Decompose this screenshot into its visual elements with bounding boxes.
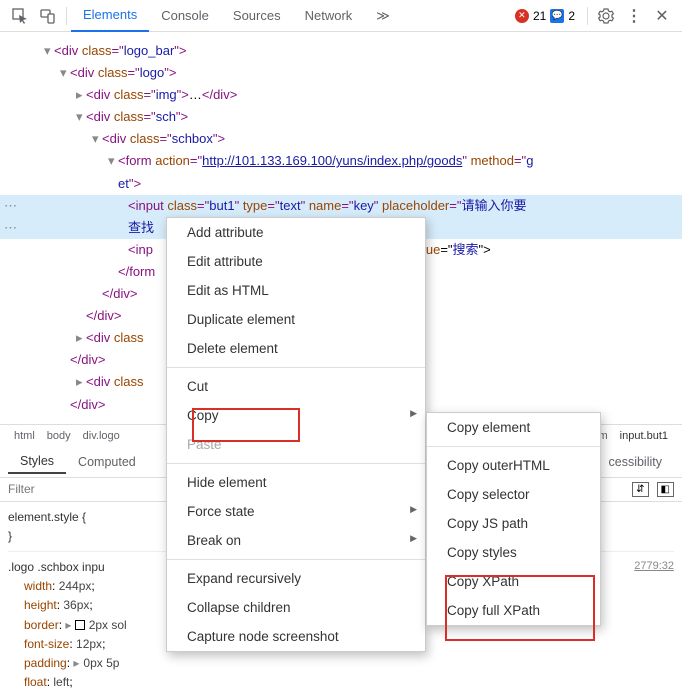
separator [167, 559, 425, 560]
ctx-force-state[interactable]: Force state [167, 497, 425, 526]
message-icon: 💬 [550, 9, 564, 23]
ctx-copy-outerhtml[interactable]: Copy outerHTML [427, 451, 600, 480]
css-source-link[interactable]: 2779:32 [634, 558, 674, 576]
tab-network[interactable]: Network [293, 0, 365, 32]
close-icon[interactable]: ✕ [648, 3, 676, 29]
ctx-edit-html[interactable]: Edit as HTML [167, 276, 425, 305]
tab-styles[interactable]: Styles [8, 454, 66, 474]
tab-sources[interactable]: Sources [221, 0, 293, 32]
ctx-copy-selector[interactable]: Copy selector [427, 480, 600, 509]
crumb-html[interactable]: html [8, 430, 41, 442]
message-badge[interactable]: 💬2 [550, 9, 575, 23]
device-toggle-icon[interactable] [34, 3, 62, 29]
ctx-expand[interactable]: Expand recursively [167, 564, 425, 593]
selected-node[interactable]: <input class="but1" type="text" name="ke… [0, 195, 682, 217]
context-submenu-copy: Copy element Copy outerHTML Copy selecto… [426, 412, 601, 626]
ctx-break-on[interactable]: Break on [167, 526, 425, 555]
ctx-cut[interactable]: Cut [167, 372, 425, 401]
separator [167, 367, 425, 368]
crumb-input[interactable]: input.but1 [614, 430, 674, 442]
ctx-paste: Paste [167, 430, 425, 459]
ctx-copy[interactable]: Copy [167, 401, 425, 430]
toggle-element-state-icon[interactable]: ⇵ [632, 482, 648, 497]
ctx-copy-jspath[interactable]: Copy JS path [427, 509, 600, 538]
crumb-divlogo[interactable]: div.logo [77, 430, 126, 442]
ctx-copy-styles[interactable]: Copy styles [427, 538, 600, 567]
error-icon: ✕ [515, 9, 529, 23]
tab-computed[interactable]: Computed [66, 455, 148, 469]
tab-elements[interactable]: Elements [71, 0, 149, 32]
tab-console[interactable]: Console [149, 0, 221, 32]
ctx-collapse[interactable]: Collapse children [167, 593, 425, 622]
tab-accessibility[interactable]: cessibility [597, 455, 675, 469]
separator [587, 7, 588, 25]
ctx-add-attribute[interactable]: Add attribute [167, 218, 425, 247]
rule-selector[interactable]: .logo .schbox inpu [8, 560, 105, 574]
toggle-classes-icon[interactable]: ◧ [657, 482, 674, 497]
separator [167, 463, 425, 464]
ctx-edit-attribute[interactable]: Edit attribute [167, 247, 425, 276]
separator [427, 446, 600, 447]
separator [66, 7, 67, 25]
ctx-delete[interactable]: Delete element [167, 334, 425, 363]
crumb-body[interactable]: body [41, 430, 77, 442]
ctx-copy-element[interactable]: Copy element [427, 413, 600, 442]
context-menu: Add attribute Edit attribute Edit as HTM… [166, 217, 426, 652]
more-menu-icon[interactable]: ⋮ [620, 3, 648, 29]
devtools-toolbar: Elements Console Sources Network ≫ ✕21 💬… [0, 0, 682, 32]
ctx-copy-fullxpath[interactable]: Copy full XPath [427, 596, 600, 625]
error-badge[interactable]: ✕21 [515, 9, 546, 23]
gear-icon[interactable] [592, 3, 620, 29]
inspect-icon[interactable] [6, 3, 34, 29]
ctx-duplicate[interactable]: Duplicate element [167, 305, 425, 334]
ctx-hide[interactable]: Hide element [167, 468, 425, 497]
ctx-copy-xpath[interactable]: Copy XPath [427, 567, 600, 596]
tab-more[interactable]: ≫ [364, 0, 402, 32]
ctx-screenshot[interactable]: Capture node screenshot [167, 622, 425, 651]
